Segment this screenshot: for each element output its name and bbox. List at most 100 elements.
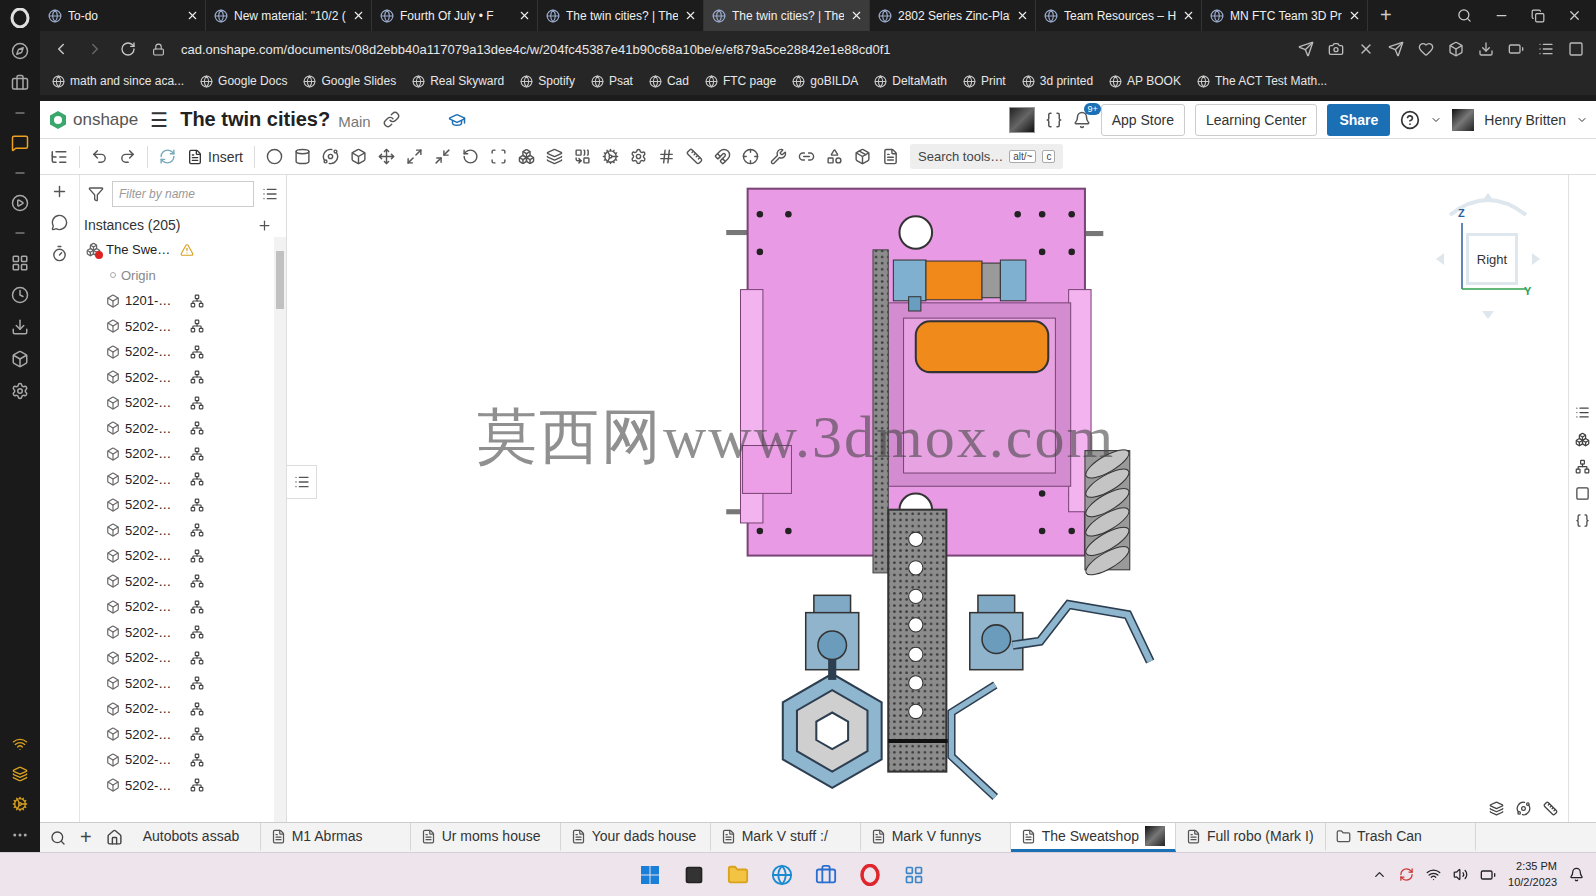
separator-icon[interactable] — [13, 106, 27, 120]
feature-list-icon[interactable] — [50, 148, 68, 166]
instance-row[interactable]: 5202-… — [80, 543, 274, 569]
profile-icon[interactable] — [1568, 41, 1584, 57]
favicon-icon[interactable] — [1044, 9, 1058, 23]
caret-icon[interactable] — [1430, 114, 1442, 126]
notification-icon[interactable] — [1569, 867, 1584, 882]
rotate-icon[interactable] — [462, 148, 479, 165]
reload-icon[interactable] — [120, 41, 136, 57]
bookmark-favicon-icon[interactable] — [1022, 75, 1035, 88]
discord-icon[interactable] — [11, 134, 29, 152]
part-icon[interactable] — [106, 345, 120, 359]
filter-input[interactable]: Filter by name — [112, 181, 254, 207]
search-icon[interactable] — [1457, 8, 1472, 23]
orbit-icon[interactable] — [322, 148, 339, 165]
list-view-icon[interactable] — [262, 186, 278, 202]
search-tools[interactable]: Search tools…alt/~c — [910, 144, 1063, 169]
edge-icon[interactable] — [771, 864, 793, 886]
favicon-icon[interactable] — [48, 9, 62, 23]
robot-model[interactable] — [287, 175, 1568, 822]
instance-row[interactable]: 5202-… — [80, 390, 274, 416]
history-icon[interactable] — [11, 286, 29, 304]
part-icon[interactable] — [106, 370, 120, 384]
favicon-icon[interactable] — [1210, 9, 1224, 23]
edge-button[interactable] — [769, 862, 795, 888]
instance-row[interactable]: 5202-… — [80, 594, 274, 620]
browser-tab[interactable]: 2802 Series Zinc-Plat — [870, 0, 1036, 31]
battery-icon[interactable] — [1508, 41, 1524, 57]
share-page-icon[interactable] — [1298, 41, 1314, 57]
bookmark[interactable]: Real Skyward — [412, 74, 504, 88]
stack-icon[interactable] — [12, 766, 28, 782]
properties-icon[interactable] — [1575, 405, 1590, 420]
document-tab[interactable]: Mark V funnys — [861, 823, 1011, 852]
part-icon[interactable] — [106, 472, 120, 486]
favicon-icon[interactable] — [214, 9, 228, 23]
file-icon[interactable] — [882, 148, 899, 165]
store-icon[interactable] — [815, 864, 837, 886]
instance-row[interactable]: 5202-… — [80, 518, 274, 544]
close-icon[interactable] — [518, 9, 531, 22]
favicon-icon[interactable] — [712, 9, 726, 23]
browser-tab[interactable]: The twin cities? | The — [704, 0, 870, 31]
home-icon[interactable] — [106, 829, 123, 846]
scan-icon[interactable] — [490, 148, 507, 165]
close-icon[interactable] — [1182, 9, 1195, 22]
instance-row[interactable]: 1201-… — [80, 288, 274, 314]
bookmark-favicon-icon[interactable] — [705, 75, 718, 88]
header-button[interactable]: App Store — [1101, 104, 1185, 136]
package-icon[interactable] — [854, 148, 871, 165]
side-plate[interactable] — [748, 189, 1085, 556]
user-name[interactable]: Henry Britten — [1484, 112, 1566, 128]
explorer-button[interactable] — [725, 862, 751, 888]
instance-row[interactable]: 5202-… — [80, 671, 274, 697]
insert-button[interactable]: Insert — [187, 149, 243, 165]
instance-row[interactable]: 5202-… — [80, 696, 274, 722]
cylinder-icon[interactable] — [294, 148, 311, 165]
player-icon[interactable] — [11, 194, 29, 212]
link-icon[interactable] — [383, 111, 400, 128]
close-icon[interactable] — [186, 9, 199, 22]
bookmark-favicon-icon[interactable] — [963, 75, 976, 88]
bookmark-favicon-icon[interactable] — [591, 75, 604, 88]
sync-icon[interactable] — [1399, 867, 1414, 882]
part-icon[interactable] — [106, 549, 120, 563]
view-cube-face[interactable]: Right — [1466, 233, 1518, 285]
settings-icon[interactable] — [630, 148, 647, 165]
scroll-thumb[interactable] — [276, 251, 284, 309]
battery-saver-icon[interactable] — [12, 796, 28, 812]
instance-row[interactable]: 5202-… — [80, 416, 274, 442]
part-icon[interactable] — [106, 294, 120, 308]
part-icon[interactable] — [106, 574, 120, 588]
extensions-icon[interactable] — [11, 350, 29, 368]
bookmark-favicon-icon[interactable] — [792, 75, 805, 88]
add-tab-button[interactable]: + — [80, 826, 92, 849]
opera-logo-icon[interactable] — [10, 8, 30, 28]
main-menu-button[interactable]: ☰ — [150, 108, 168, 132]
part-icon[interactable] — [106, 753, 120, 767]
new-tab-button[interactable]: + — [1368, 0, 1404, 31]
part-icon[interactable] — [106, 523, 120, 537]
move-icon[interactable] — [378, 148, 395, 165]
control-hub[interactable] — [916, 321, 1048, 372]
instance-row[interactable]: 5202-… — [80, 747, 274, 773]
filter-icon[interactable] — [88, 186, 104, 202]
variables-icon[interactable] — [1575, 513, 1590, 528]
viewport[interactable]: 莫西网www.3dmox.comRightZY — [287, 175, 1568, 822]
bookmark[interactable]: 3d printed — [1022, 74, 1093, 88]
downloads-icon[interactable] — [11, 318, 29, 336]
settings-icon[interactable] — [11, 382, 29, 400]
close-icon[interactable] — [684, 9, 697, 22]
folder-icon[interactable] — [727, 864, 749, 886]
part-icon[interactable] — [106, 676, 120, 690]
layers-icon[interactable] — [546, 148, 563, 165]
cube-icon[interactable] — [1448, 41, 1464, 57]
part-icon[interactable] — [106, 625, 120, 639]
bookmark[interactable]: goBILDA — [792, 74, 858, 88]
compass-icon[interactable] — [11, 42, 29, 60]
cog-icon[interactable] — [602, 148, 619, 165]
combine-icon[interactable] — [574, 148, 591, 165]
part-icon[interactable] — [106, 498, 120, 512]
document-icon[interactable] — [1186, 829, 1201, 844]
box-icon[interactable] — [350, 148, 367, 165]
document-tab[interactable]: The Sweatshop — [1011, 823, 1176, 852]
